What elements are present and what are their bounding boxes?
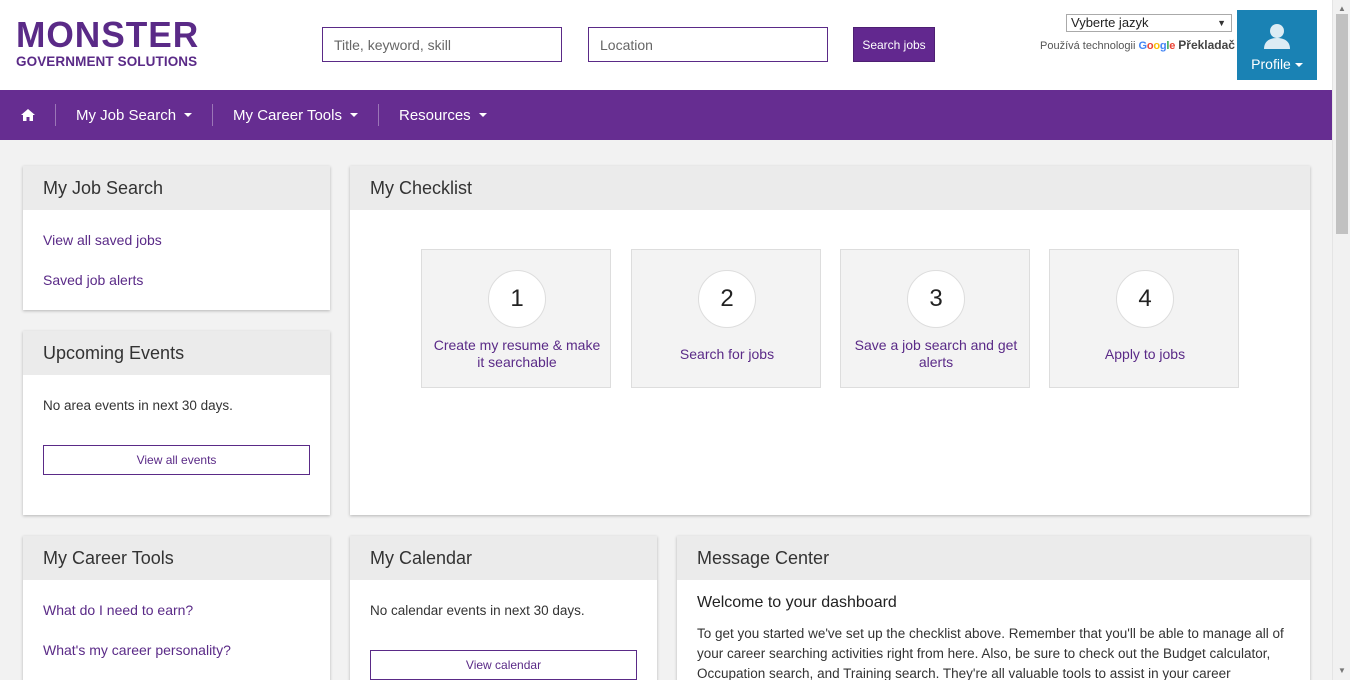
- checklist-step-2[interactable]: 2 Search for jobs: [631, 249, 821, 388]
- google-translate-attribution: Používá technologii Google Překladač: [1040, 38, 1235, 52]
- profile-label: Profile: [1237, 56, 1317, 72]
- checklist-step-3[interactable]: 3 Save a job search and get alerts: [840, 249, 1030, 388]
- checklist-panel: My Checklist 1 Create my resume & make i…: [350, 166, 1310, 515]
- monster-logo[interactable]: MONSTER GOVERNMENT SOLUTIONS: [16, 14, 216, 74]
- message-body: To get you started we've set up the chec…: [697, 626, 1284, 680]
- dropdown-arrow-icon: ▼: [1217, 18, 1226, 28]
- panel-title: My Calendar: [350, 536, 657, 580]
- step-label: Apply to jobs: [1104, 345, 1186, 362]
- step-label: Create my resume & make it searchable: [433, 337, 601, 370]
- view-all-events-button[interactable]: View all events: [43, 445, 310, 475]
- message-center-panel: Message Center Welcome to your dashboard…: [677, 536, 1310, 680]
- job-search-panel: My Job Search View all saved jobs Saved …: [23, 166, 330, 310]
- language-select[interactable]: Vyberte jazyk ▼: [1066, 14, 1232, 32]
- panel-title: My Career Tools: [23, 536, 330, 580]
- google-logo[interactable]: Google: [1138, 40, 1175, 52]
- main-nav: My Job Search My Career Tools Resources: [0, 90, 1332, 140]
- events-panel: Upcoming Events No area events in next 3…: [23, 331, 330, 515]
- keyword-search-input[interactable]: [322, 27, 562, 62]
- powered-by-text: Používá technologii: [1040, 40, 1136, 52]
- chevron-down-icon: [349, 113, 358, 117]
- saved-job-alerts-link[interactable]: Saved job alerts: [43, 272, 143, 288]
- nav-my-career-tools[interactable]: My Career Tools: [213, 90, 378, 140]
- panel-title: Upcoming Events: [23, 331, 330, 375]
- profile-button[interactable]: Profile: [1237, 10, 1317, 80]
- step-number: 3: [907, 270, 965, 328]
- nav-home[interactable]: [0, 90, 55, 140]
- calendar-empty-text: No calendar events in next 30 days.: [370, 603, 585, 618]
- panel-title: My Checklist: [350, 166, 1310, 210]
- nav-resources[interactable]: Resources: [379, 90, 507, 140]
- scrollbar-thumb[interactable]: [1336, 14, 1348, 234]
- header: MONSTER GOVERNMENT SOLUTIONS Search jobs…: [0, 0, 1332, 90]
- home-icon: [20, 109, 35, 121]
- page-scrollbar[interactable]: ▲ ▼: [1332, 0, 1350, 680]
- panel-title: My Job Search: [23, 166, 330, 210]
- panel-title: Message Center: [677, 536, 1310, 580]
- chevron-down-icon: [1294, 63, 1303, 68]
- events-empty-text: No area events in next 30 days.: [43, 398, 233, 413]
- logo-main-text: MONSTER: [16, 14, 200, 55]
- translate-link[interactable]: Překladač: [1178, 38, 1235, 52]
- step-label: Search for jobs: [679, 345, 775, 362]
- checklist-step-4[interactable]: 4 Apply to jobs: [1049, 249, 1239, 388]
- logo-sub-text: GOVERNMENT SOLUTIONS: [16, 54, 198, 69]
- chevron-down-icon: [478, 113, 487, 117]
- career-personality-link[interactable]: What's my career personality?: [43, 642, 231, 658]
- step-label: Save a job search and get alerts: [854, 337, 1018, 370]
- career-tools-panel: My Career Tools What do I need to earn? …: [23, 536, 330, 680]
- step-number: 2: [698, 270, 756, 328]
- location-input[interactable]: [588, 27, 828, 62]
- user-icon: [1264, 24, 1290, 49]
- nav-my-job-search[interactable]: My Job Search: [56, 90, 212, 140]
- step-number: 1: [488, 270, 546, 328]
- view-saved-jobs-link[interactable]: View all saved jobs: [43, 232, 162, 248]
- chevron-down-icon: [184, 113, 193, 117]
- calendar-panel: My Calendar No calendar events in next 3…: [350, 536, 657, 680]
- scroll-up-icon[interactable]: ▲: [1338, 4, 1346, 13]
- search-jobs-button[interactable]: Search jobs: [853, 27, 935, 62]
- what-to-earn-link[interactable]: What do I need to earn?: [43, 602, 193, 618]
- message-welcome-heading: Welcome to your dashboard: [697, 594, 897, 611]
- language-select-value: Vyberte jazyk: [1071, 15, 1149, 30]
- view-calendar-button[interactable]: View calendar: [370, 650, 637, 680]
- step-number: 4: [1116, 270, 1174, 328]
- scroll-down-icon[interactable]: ▼: [1338, 666, 1346, 675]
- checklist-step-1[interactable]: 1 Create my resume & make it searchable: [421, 249, 611, 388]
